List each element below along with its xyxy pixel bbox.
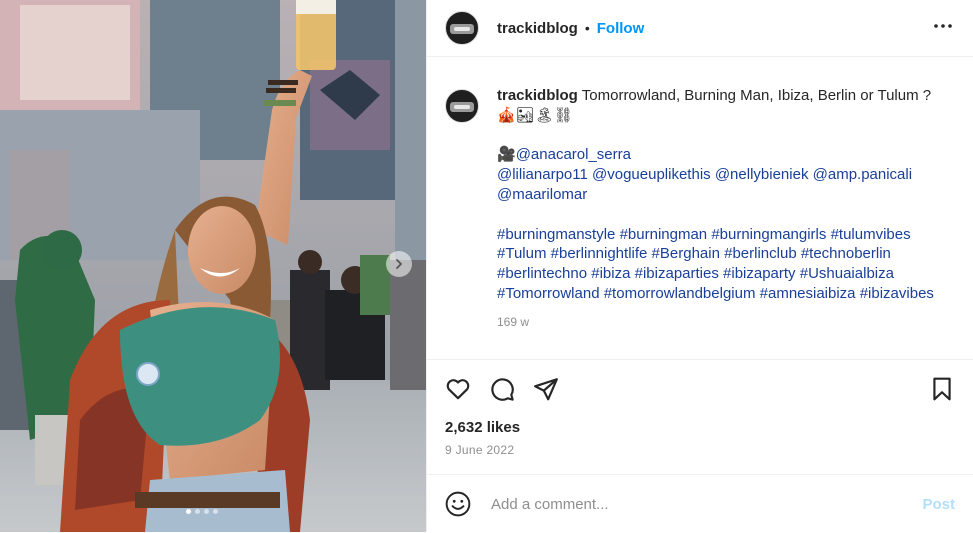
post-photo (0, 0, 426, 532)
hashtag-link[interactable]: #burningmangirls (711, 226, 826, 243)
more-options-icon[interactable] (933, 16, 953, 42)
hashtag-link[interactable]: #berlinclub (724, 245, 797, 262)
camera-emoji: 🎥 (497, 146, 516, 164)
hashtag-link[interactable]: #tomorrowlandbelgium (604, 285, 756, 302)
carousel-indicator (186, 509, 218, 514)
action-bar (445, 376, 955, 404)
caption: trackidblog Tomorrowland, Burning Man, I… (445, 86, 955, 346)
hashtag-link[interactable]: #technoberlin (801, 245, 891, 262)
mention-link[interactable]: @nellybieniek (715, 166, 809, 183)
username-link[interactable]: trackidblog (497, 20, 578, 37)
hashtag-link[interactable]: #amnesiaibiza (760, 285, 856, 302)
hashtag-link[interactable]: #Ushuaialbiza (800, 265, 894, 282)
hashtag-link[interactable]: #ibizavibes (860, 285, 934, 302)
hashtag-link[interactable]: #burningman (620, 226, 708, 243)
hashtag-link[interactable]: #berlinnightlife (551, 245, 648, 262)
caption-username[interactable]: trackidblog (497, 87, 578, 104)
avatar[interactable] (445, 11, 479, 45)
hashtag-link[interactable]: #Tomorrowland (497, 285, 600, 302)
post-header: trackidblog • Follow (427, 0, 973, 57)
next-slide-button[interactable] (386, 251, 412, 277)
post-comment-button[interactable]: Post (922, 496, 955, 513)
post-details-panel: trackidblog • Follow trackidblog Tomorro… (426, 0, 973, 532)
hashtag-link[interactable]: #tulumvibes (831, 226, 911, 243)
hashtag-link[interactable]: #ibiza (591, 265, 630, 282)
post-media[interactable] (0, 0, 426, 532)
hashtag-link[interactable]: #Tulum (497, 245, 546, 262)
share-icon[interactable] (533, 376, 559, 402)
avatar[interactable] (445, 89, 479, 123)
mentions-list: @lilianarpo11 @vogueuplikethis @nellybie… (497, 165, 955, 205)
carousel-dot (204, 509, 209, 514)
mention-link[interactable]: @vogueuplikethis (592, 166, 711, 183)
hashtag-link[interactable]: #ibizaparty (723, 265, 796, 282)
mention-link[interactable]: @anacarol_serra (516, 146, 631, 163)
bookmark-icon[interactable] (929, 376, 955, 402)
likes-count[interactable]: 2,632 likes (445, 419, 520, 436)
post-time: 169 w (497, 314, 530, 329)
comment-icon[interactable] (489, 376, 515, 402)
caption-body: trackidblog Tomorrowland, Burning Man, I… (497, 86, 955, 346)
carousel-dot (195, 509, 200, 514)
post-date: 9 June 2022 (445, 443, 515, 457)
hashtag-link[interactable]: #berlintechno (497, 265, 587, 282)
caption-title: Tomorrowland, Burning Man, Ibiza, Berlin… (581, 87, 932, 104)
hashtag-link[interactable]: #Berghain (652, 245, 720, 262)
hashtags-list: #burningmanstyle #burningman #burningman… (497, 225, 955, 304)
heart-icon[interactable] (445, 376, 471, 402)
post-dialog: trackidblog • Follow trackidblog Tomorro… (0, 0, 973, 532)
chevron-right-icon (396, 259, 402, 269)
mention-link[interactable]: @maarilomar (497, 186, 587, 203)
comment-input[interactable] (489, 494, 893, 514)
emoji-icon[interactable] (445, 491, 471, 517)
comment-bar: Post (427, 474, 973, 533)
hashtag-link[interactable]: #ibizaparties (635, 265, 719, 282)
divider (427, 359, 973, 360)
mention-link[interactable]: @lilianarpo11 (497, 166, 588, 183)
hashtag-link[interactable]: #burningmanstyle (497, 226, 615, 243)
separator-dot: • (584, 20, 590, 36)
carousel-dot (186, 509, 191, 514)
carousel-dot (213, 509, 218, 514)
mention-link[interactable]: @amp.panicali (813, 166, 912, 183)
follow-button[interactable]: Follow (597, 20, 645, 37)
caption-emojis: 🎪🏜🏝⛓ (497, 106, 573, 124)
